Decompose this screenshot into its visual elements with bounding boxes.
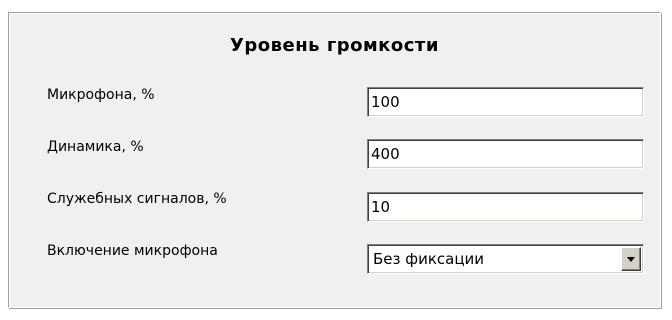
service-signals-volume-input[interactable] [371, 195, 637, 219]
service-signals-volume-label: Служебных сигналов, % [47, 191, 227, 207]
chevron-down-icon [627, 257, 635, 262]
speaker-volume-field[interactable] [367, 139, 644, 169]
dialog-background: Уровень громкости Микрофона, % Динамика,… [0, 0, 672, 320]
speaker-volume-label: Динамика, % [47, 139, 144, 155]
microphone-switch-label: Включение микрофона [47, 243, 218, 259]
microphone-switch-select[interactable]: Без фиксации [367, 244, 644, 274]
speaker-volume-input[interactable] [371, 142, 637, 166]
microphone-volume-field[interactable] [367, 87, 644, 117]
volume-settings-panel: Уровень громкости Микрофона, % Динамика,… [8, 12, 661, 308]
microphone-volume-input[interactable] [371, 90, 637, 114]
dropdown-button[interactable] [621, 247, 641, 271]
service-signals-volume-field[interactable] [367, 192, 644, 222]
microphone-volume-label: Микрофона, % [47, 87, 155, 103]
microphone-switch-selected-value: Без фиксации [373, 250, 485, 268]
panel-title: Уровень громкости [230, 35, 439, 56]
